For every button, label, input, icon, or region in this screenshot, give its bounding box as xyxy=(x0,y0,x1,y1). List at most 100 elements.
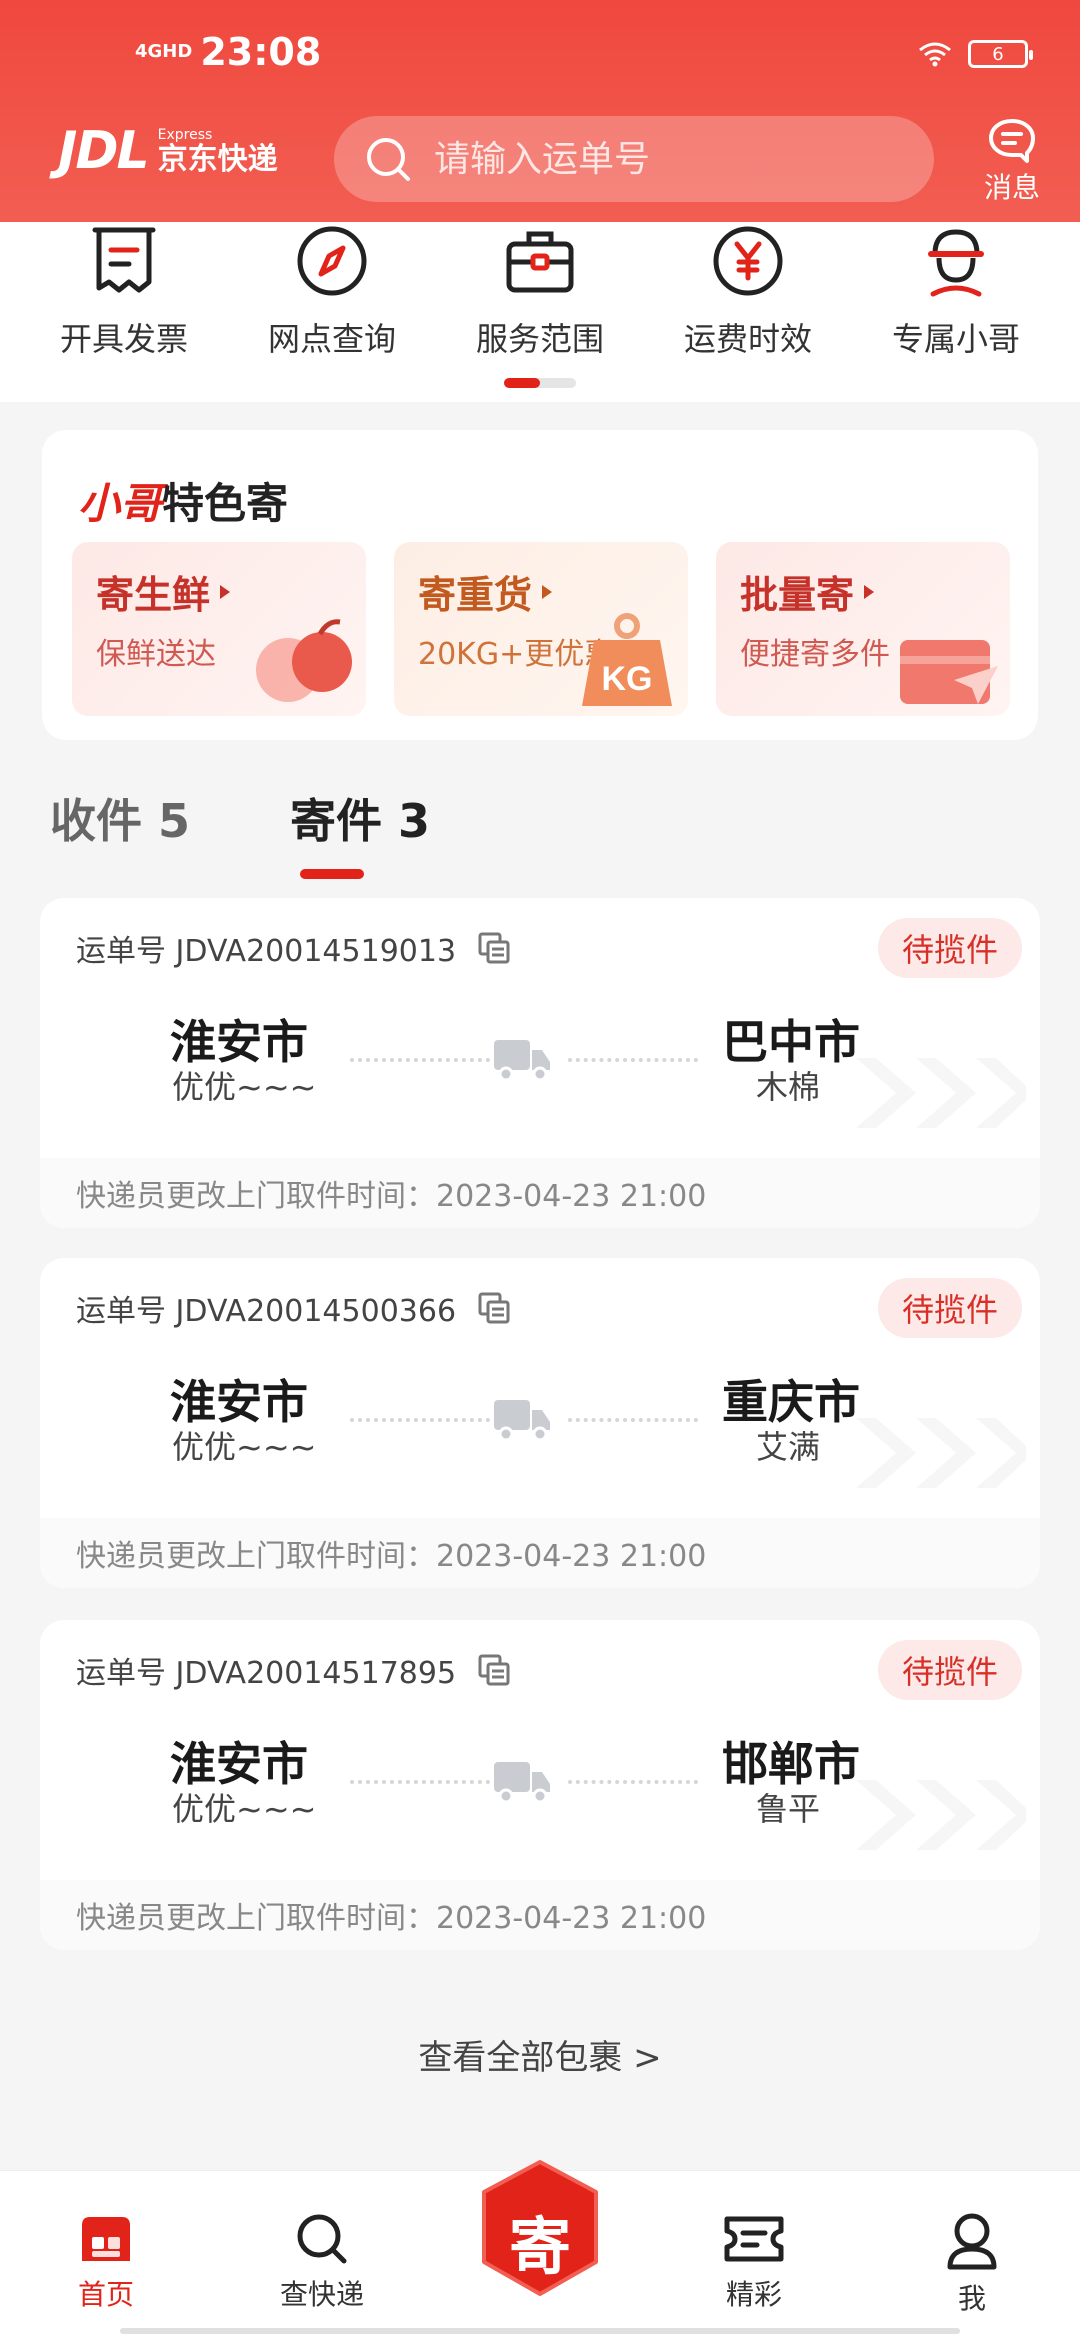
quick-nav-label: 专属小哥 xyxy=(891,320,1020,358)
copy-icon[interactable] xyxy=(478,1292,510,1324)
tab-receive[interactable]: 收件 5 xyxy=(50,785,190,851)
fruit-icon xyxy=(256,619,352,702)
truck-icon xyxy=(494,1040,550,1082)
nav-me[interactable]: 我 xyxy=(902,2211,1042,2317)
jdl-logo: JDL Express 京东快递 xyxy=(58,125,278,177)
route-line xyxy=(350,1058,490,1062)
waybill-row: 运单号 JDVA20014517895 xyxy=(76,1648,510,1692)
message-icon xyxy=(988,119,1035,163)
sender-name: 优优~~~ xyxy=(172,1428,317,1466)
nav-home[interactable]: 首页 xyxy=(36,2211,176,2313)
shipment-tabs: 收件 5 寄件 3 xyxy=(50,785,430,879)
copy-icon[interactable] xyxy=(478,932,510,964)
route-line xyxy=(568,1058,698,1062)
feature-box-title: 批量寄 xyxy=(740,564,986,619)
sender-name: 优优~~~ xyxy=(172,1790,317,1828)
nav-label: 首页 xyxy=(77,2278,134,2311)
view-all-packages-link[interactable]: 查看全部包裹 > xyxy=(0,2030,1080,2079)
route-line xyxy=(568,1418,698,1422)
logo-jdl-text: JDL xyxy=(58,121,150,181)
logo-en-text: Express xyxy=(157,127,213,143)
quick-nav: 开具发票 网点查询 服务范围 运费时效 专属小哥 xyxy=(0,222,1080,402)
user-icon xyxy=(947,2213,997,2270)
truck-icon xyxy=(494,1762,550,1804)
compass-icon xyxy=(297,226,367,296)
pickup-note: 快递员更改上门取件时间：2023-04-23 21:00 xyxy=(40,1880,1040,1950)
envelope-plane-icon xyxy=(900,640,998,704)
shipment-card[interactable]: 运单号 JDVA20014500366 待揽件 淮安市 优优~~~ 重庆市 艾满… xyxy=(40,1258,1040,1588)
nav-featured[interactable]: 精彩 xyxy=(684,2211,824,2313)
app-header: 4GHD 23:08 6 JDL Express 京东快递 消息 xyxy=(0,0,1080,222)
messages-label: 消息 xyxy=(983,171,1040,204)
route-line xyxy=(568,1780,698,1784)
weight-tag: KG xyxy=(602,660,653,698)
search-icon xyxy=(367,138,410,181)
recipient-name: 木棉 xyxy=(756,1068,821,1106)
send-button-label: 寄 xyxy=(508,2210,571,2283)
status-badge: 待揽件 xyxy=(877,918,1022,978)
feature-title: 小哥特色寄 xyxy=(78,479,289,528)
quick-nav-outlets[interactable]: 网点查询 xyxy=(232,222,432,360)
chevron-decoration-icon xyxy=(856,1058,1026,1128)
waybill-number: 运单号 JDVA20014517895 xyxy=(76,1656,457,1691)
weight-icon: KG xyxy=(582,613,672,706)
route-line xyxy=(350,1418,490,1422)
nav-track[interactable]: 查快递 xyxy=(252,2211,392,2313)
quick-nav-freight[interactable]: 运费时效 xyxy=(648,222,848,360)
send-package-button[interactable]: 寄 xyxy=(478,2158,602,2298)
courier-icon xyxy=(928,229,984,297)
search-bar[interactable] xyxy=(334,116,934,202)
status-badge: 待揽件 xyxy=(877,1640,1022,1700)
logo-cn-text: 京东快递 xyxy=(157,142,278,177)
briefcase-icon xyxy=(506,231,574,293)
status-badge: 待揽件 xyxy=(877,1278,1022,1338)
waybill-search-input[interactable] xyxy=(434,138,874,180)
waybill-row: 运单号 JDVA20014519013 xyxy=(76,926,510,970)
yuan-icon xyxy=(713,226,783,296)
waybill-number: 运单号 JDVA20014500366 xyxy=(76,1294,457,1329)
feature-card: 小哥特色寄 寄生鲜 保鲜送达 寄重货 20KG+更优惠 KG 批量寄 便捷寄多件 xyxy=(42,430,1038,740)
send-batch-card[interactable]: 批量寄 便捷寄多件 xyxy=(716,542,1010,716)
quick-nav-invoice[interactable]: 开具发票 xyxy=(24,222,224,360)
quick-nav-courier[interactable]: 专属小哥 xyxy=(856,222,1056,360)
chevron-decoration-icon xyxy=(856,1780,1026,1850)
chevron-decoration-icon xyxy=(856,1418,1026,1488)
tab-send[interactable]: 寄件 3 xyxy=(290,785,430,879)
send-fresh-card[interactable]: 寄生鲜 保鲜送达 xyxy=(72,542,366,716)
waybill-number: 运单号 JDVA20014519013 xyxy=(76,934,457,969)
truck-icon xyxy=(494,1400,550,1442)
page-indicator xyxy=(504,378,576,388)
home-icon xyxy=(82,2217,130,2261)
wifi-icon xyxy=(919,42,951,67)
status-icons: 6 xyxy=(918,40,1033,68)
shipment-card[interactable]: 运单号 JDVA20014517895 待揽件 淮安市 优优~~~ 邯郸市 鲁平… xyxy=(40,1620,1040,1950)
quick-nav-label: 网点查询 xyxy=(267,320,396,358)
nav-label: 我 xyxy=(957,2282,986,2315)
status-bar: 4GHD 23:08 xyxy=(135,30,321,74)
quick-nav-label: 开具发票 xyxy=(59,320,188,358)
ticket-icon xyxy=(724,2216,784,2262)
quick-nav-service-scope[interactable]: 服务范围 xyxy=(440,222,640,360)
waybill-row: 运单号 JDVA20014500366 xyxy=(76,1286,510,1330)
gesture-bar xyxy=(120,2328,960,2334)
status-time: 23:08 xyxy=(200,30,322,74)
quick-nav-label: 服务范围 xyxy=(475,320,604,358)
copy-icon[interactable] xyxy=(478,1654,510,1686)
recipient-name: 鲁平 xyxy=(756,1790,821,1828)
pickup-note: 快递员更改上门取件时间：2023-04-23 21:00 xyxy=(40,1158,1040,1228)
recipient-name: 艾满 xyxy=(756,1428,821,1466)
shipment-card[interactable]: 运单号 JDVA20014519013 待揽件 淮安市 优优~~~ 巴中市 木棉… xyxy=(40,898,1040,1228)
sender-name: 优优~~~ xyxy=(172,1068,317,1106)
nav-label: 查快递 xyxy=(279,2278,364,2311)
app-screen: { "status_bar": {"network": "4GHD", "tim… xyxy=(0,0,1080,2340)
quick-nav-label: 运费时效 xyxy=(683,320,812,358)
send-heavy-card[interactable]: 寄重货 20KG+更优惠 KG xyxy=(394,542,688,716)
messages-button[interactable]: 消息 xyxy=(984,118,1040,206)
search-icon xyxy=(297,2214,347,2264)
route-line xyxy=(350,1780,490,1784)
pickup-note: 快递员更改上门取件时间：2023-04-23 21:00 xyxy=(40,1518,1040,1588)
battery-indicator: 6 xyxy=(968,40,1033,68)
invoice-icon xyxy=(92,227,156,293)
nav-label: 精彩 xyxy=(725,2278,782,2311)
network-indicator: 4GHD xyxy=(135,41,193,62)
